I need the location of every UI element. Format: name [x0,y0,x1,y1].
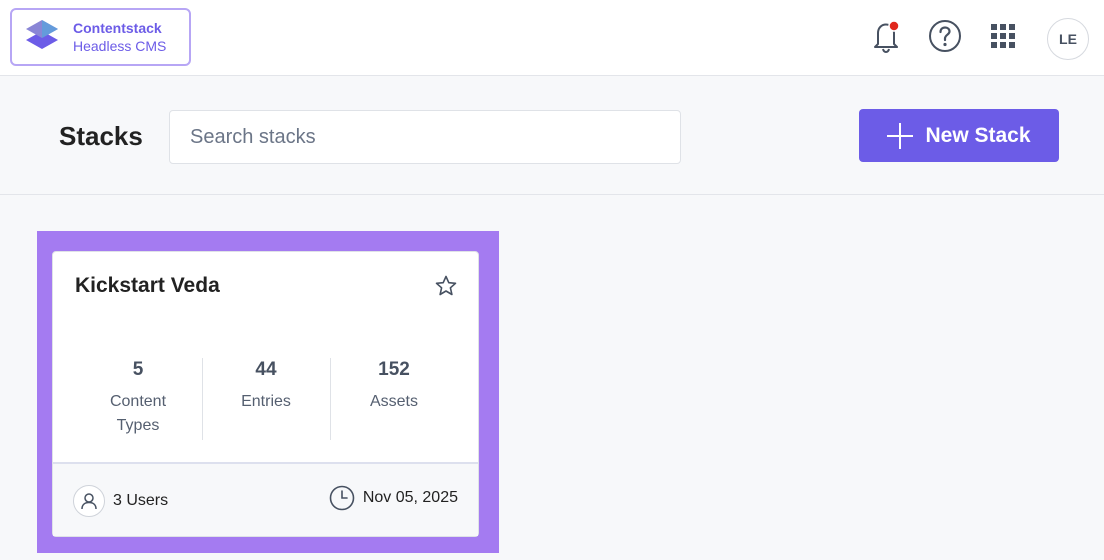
star-icon[interactable] [434,274,458,298]
brand-name: Contentstack [73,20,162,36]
contentstack-logo-icon [26,20,58,49]
stat-entries: 44 Entries [202,359,330,414]
top-navbar: Contentstack Headless CMS LE [0,0,1104,76]
stack-date: Nov 05, 2025 [329,485,458,511]
stat-value: 5 [132,359,144,380]
stat-label: Content Types [109,393,167,434]
help-icon [929,20,961,52]
search-input[interactable] [169,110,681,164]
page-title: Stacks [59,121,143,151]
stat-label: Entries [241,393,291,410]
date-text: Nov 05, 2025 [362,489,458,506]
card-footer: 3 Users Nov 05, 2025 [53,462,478,536]
new-stack-label: New Stack [925,123,1031,147]
notifications-button[interactable] [868,18,904,54]
user-icon [73,485,105,517]
users-count: 3 Users [113,492,169,509]
stack-card[interactable]: Kickstart Veda 5 Content Types 44 Entrie… [52,251,479,537]
stacks-header: Stacks New Stack [0,77,1104,195]
apps-button[interactable] [985,18,1021,54]
stat-assets: 152 Assets [330,359,458,414]
stat-content-types: 5 Content Types [74,359,202,438]
grid-icon [991,24,1015,48]
stat-value: 44 [255,359,277,380]
user-avatar[interactable]: LE [1047,18,1089,60]
stat-label: Assets [369,393,418,410]
help-button[interactable] [927,18,963,54]
stack-name: Kickstart Veda [75,274,220,297]
new-stack-button[interactable]: New Stack [859,109,1059,162]
brand-text: Contentstack Headless CMS [73,19,166,55]
users-link[interactable]: 3 Users [73,485,168,517]
stat-value: 152 [378,359,410,380]
brand-switcher[interactable]: Contentstack Headless CMS [10,8,191,66]
brand-subtitle: Headless CMS [73,38,167,54]
clock-icon [329,485,355,511]
bell-icon [874,20,900,54]
plus-icon [887,122,914,149]
